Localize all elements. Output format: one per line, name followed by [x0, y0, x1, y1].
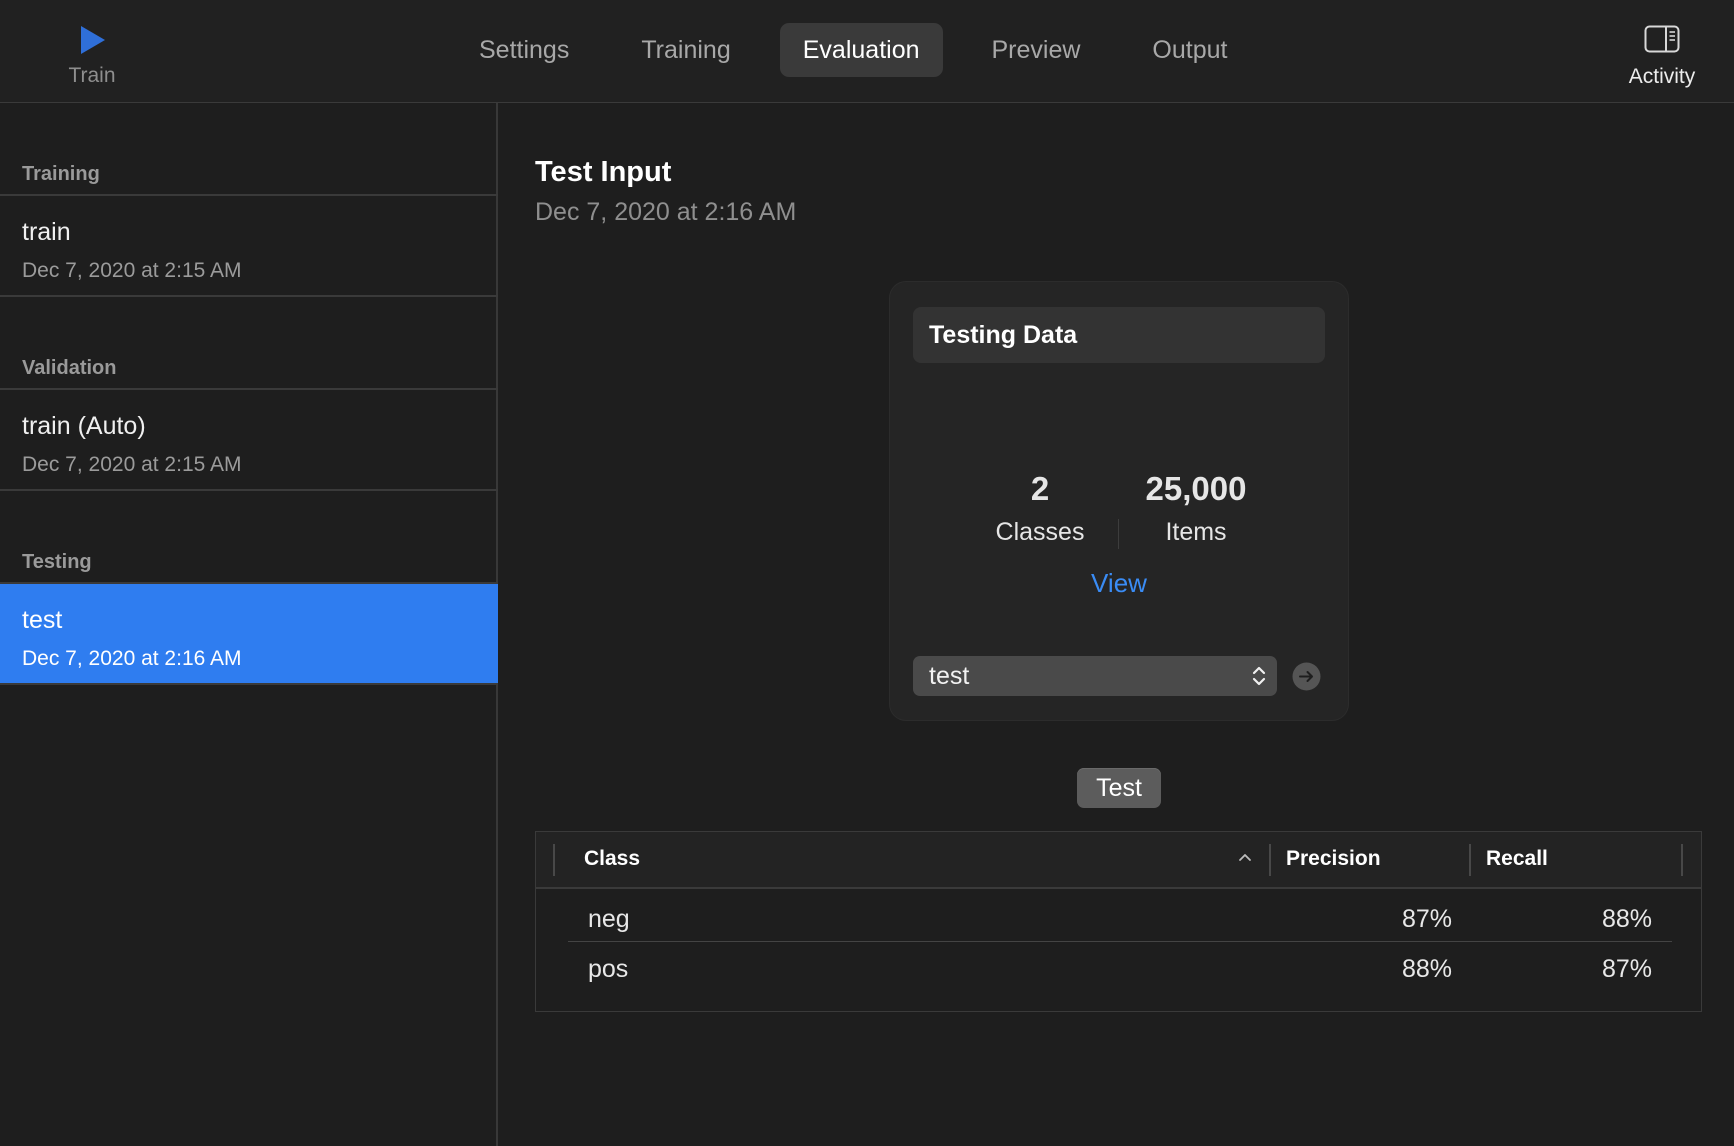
sidebar-item-name: train [22, 218, 71, 246]
tab-bar: Settings Training Evaluation Preview Out… [456, 23, 1276, 77]
column-separator [553, 844, 555, 876]
tab-settings[interactable]: Settings [456, 23, 592, 77]
activity-button-label: Activity [1628, 65, 1696, 88]
activity-button[interactable]: Activity [1610, 22, 1714, 96]
card-title: Testing Data [913, 307, 1325, 363]
tab-training[interactable]: Training [618, 23, 753, 77]
arrow-right-circle-icon[interactable] [1292, 662, 1321, 691]
sidebar-item-train-auto[interactable]: train (Auto) Dec 7, 2020 at 2:15 AM [0, 390, 498, 489]
cell-recall: 88% [1601, 905, 1652, 933]
testing-data-select[interactable]: test [913, 656, 1277, 696]
sidebar-item-train[interactable]: train Dec 7, 2020 at 2:15 AM [0, 196, 498, 295]
column-header-precision[interactable]: Precision [1286, 847, 1381, 871]
updown-chevron-icon [1252, 666, 1266, 686]
row-divider [568, 941, 1672, 942]
section-header-validation: Validation [22, 357, 117, 379]
sidebar-item-test[interactable]: test Dec 7, 2020 at 2:16 AM [0, 584, 498, 683]
test-button[interactable]: Test [1077, 768, 1161, 808]
items-stat: 25,000 Items [1126, 470, 1266, 547]
sidebar-item-name: train (Auto) [22, 412, 146, 440]
sidebar: Training train Dec 7, 2020 at 2:15 AM Va… [0, 103, 498, 1146]
column-separator[interactable] [1681, 844, 1683, 876]
sidebar-item-date: Dec 7, 2020 at 2:15 AM [22, 259, 242, 282]
column-separator[interactable] [1469, 844, 1471, 876]
testing-data-card: Testing Data 2 Classes 25,000 Items View… [890, 282, 1348, 720]
page-title: Test Input [535, 156, 672, 188]
tab-preview[interactable]: Preview [969, 23, 1104, 77]
section-header-training: Training [22, 163, 100, 185]
sidebar-item-name: test [22, 606, 63, 634]
metrics-table: Class Precision Recall neg 87% 88% pos 8… [535, 831, 1702, 1012]
classes-label: Classes [995, 518, 1085, 546]
table-row[interactable]: neg 87% 88% [568, 893, 1672, 943]
page-subtitle-date: Dec 7, 2020 at 2:16 AM [535, 198, 797, 226]
divider [0, 489, 498, 491]
cell-recall: 87% [1601, 955, 1652, 983]
train-button-label: Train [68, 64, 116, 87]
cell-class: pos [588, 955, 629, 983]
items-count: 25,000 [1145, 470, 1247, 507]
train-button[interactable]: Train [50, 20, 134, 94]
divider [0, 683, 498, 685]
sidebar-toggle-icon [1644, 25, 1680, 53]
cell-precision: 88% [1401, 955, 1452, 983]
sort-ascending-icon[interactable] [1238, 852, 1252, 862]
table-header: Class Precision Recall [536, 832, 1701, 889]
divider [1118, 519, 1119, 549]
divider [0, 295, 498, 297]
tab-evaluation[interactable]: Evaluation [779, 23, 943, 77]
classes-count: 2 [1030, 470, 1050, 507]
column-header-class[interactable]: Class [584, 847, 640, 871]
tab-output[interactable]: Output [1129, 23, 1250, 77]
section-header-testing: Testing [22, 551, 92, 573]
select-value: test [929, 662, 970, 690]
table-row[interactable]: pos 88% 87% [568, 943, 1672, 993]
column-header-recall[interactable]: Recall [1486, 847, 1548, 871]
cell-class: neg [588, 905, 630, 933]
sidebar-item-date: Dec 7, 2020 at 2:16 AM [22, 647, 242, 670]
cell-precision: 87% [1401, 905, 1452, 933]
view-link[interactable]: View [890, 568, 1348, 599]
classes-stat: 2 Classes [970, 470, 1110, 547]
column-separator[interactable] [1269, 844, 1271, 876]
items-label: Items [1165, 518, 1227, 546]
toolbar: Train Settings Training Evaluation Previ… [0, 0, 1734, 103]
play-icon [81, 26, 105, 54]
sidebar-item-date: Dec 7, 2020 at 2:15 AM [22, 453, 242, 476]
